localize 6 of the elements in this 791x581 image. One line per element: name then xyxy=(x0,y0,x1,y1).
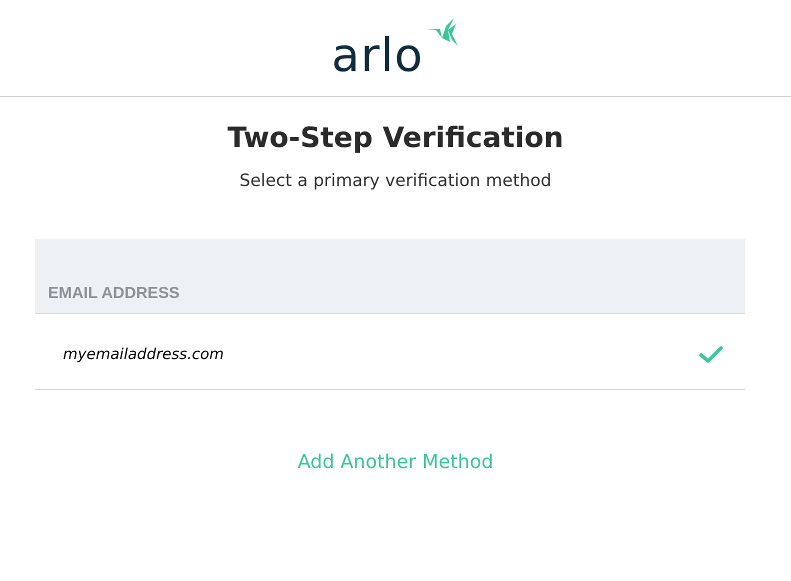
section-heading: EMAIL ADDRESS xyxy=(48,284,180,304)
logo-text: arlo xyxy=(331,32,424,78)
add-method-link[interactable]: Add Another Method xyxy=(298,451,494,474)
subtitle: Select a primary verification method xyxy=(238,170,552,193)
page-title: Two-Step Verification xyxy=(226,121,564,155)
email-address: myemailaddress.com xyxy=(63,344,224,366)
